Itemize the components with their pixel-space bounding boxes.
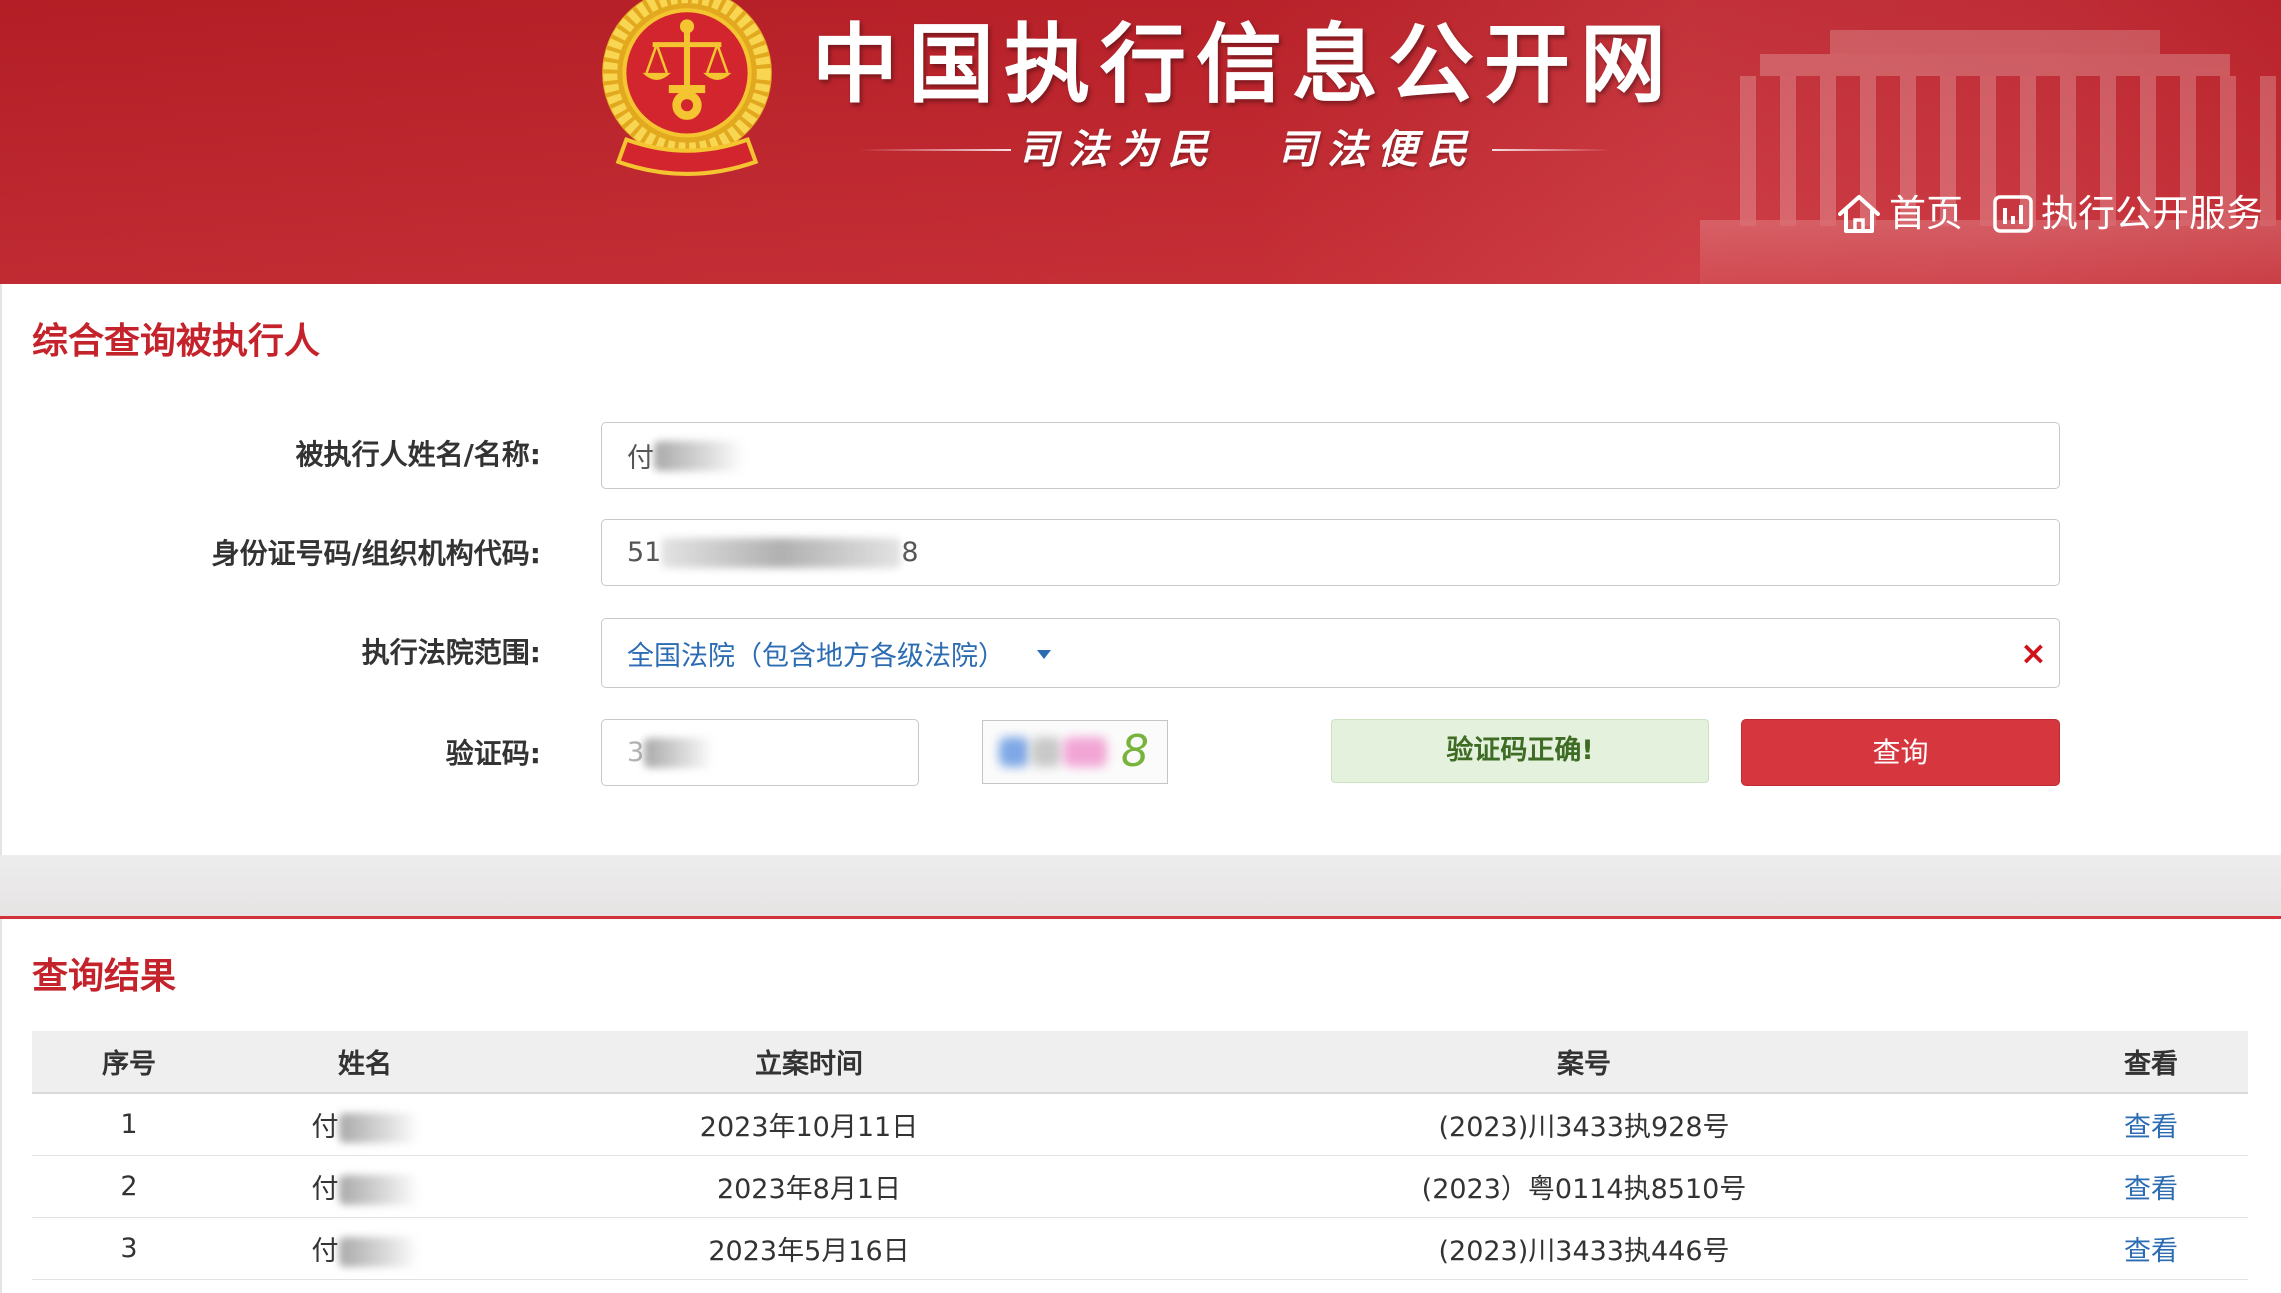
cell-name-text: 付 xyxy=(311,1173,339,1205)
column-header-index: 序号 xyxy=(32,1031,226,1094)
captcha-image[interactable]: 8 xyxy=(982,720,1168,784)
name-input-value: 付 xyxy=(627,443,654,474)
table-row: 1 付 2023年10月11日 (2023)川3433执928号 查看 xyxy=(32,1093,2248,1156)
search-section-title: 综合查询被执行人 xyxy=(32,321,321,362)
captcha-blur-blob xyxy=(999,737,1029,767)
home-icon xyxy=(1838,195,1880,233)
results-table: 序号 姓名 立案时间 案号 查看 1 付 2023年10月11日 (2023)川… xyxy=(32,1031,2248,1280)
slogan-line-left xyxy=(858,149,1011,151)
id-input-value-prefix: 51 xyxy=(627,537,662,568)
id-number-input[interactable]: 51 8 xyxy=(601,519,2060,586)
query-button[interactable]: 查询 xyxy=(1741,719,2060,786)
cell-case-number: (2023）粤0114执8510号 xyxy=(1114,1155,2054,1218)
column-header-name: 姓名 xyxy=(226,1031,504,1094)
cell-view: 查看 xyxy=(2054,1155,2248,1218)
cell-index: 1 xyxy=(32,1093,226,1156)
view-link[interactable]: 查看 xyxy=(2124,1112,2178,1143)
cell-name-text: 付 xyxy=(311,1111,339,1143)
court-emblem-logo xyxy=(602,0,772,176)
court-scope-label: 执行法院范围: xyxy=(361,636,541,669)
section-divider-band xyxy=(0,855,2281,916)
chart-icon xyxy=(1993,195,2033,233)
captcha-blur-blob xyxy=(1063,737,1107,767)
column-header-view: 查看 xyxy=(2054,1031,2248,1094)
table-header-row: 序号 姓名 立案时间 案号 查看 xyxy=(32,1031,2248,1094)
site-title: 中国执行信息公开网 xyxy=(812,15,1676,115)
redacted-blur xyxy=(338,1113,419,1144)
cell-index: 2 xyxy=(32,1155,226,1218)
site-slogan: 司法为民 司法便民 xyxy=(858,125,1611,175)
captcha-input-value: 3 xyxy=(627,737,645,768)
slogan-right: 司法便民 xyxy=(1277,127,1477,173)
caret-down-icon xyxy=(1037,650,1051,659)
cell-name-text: 付 xyxy=(311,1235,339,1267)
nav-execution-public-service-label: 执行公开服务 xyxy=(2041,192,2263,235)
slogan-line-right xyxy=(1492,149,1611,151)
cell-filing-date: 2023年10月11日 xyxy=(504,1093,1114,1156)
court-scope-value: 全国法院（包含地方各级法院） xyxy=(627,640,1005,672)
cell-filing-date: 2023年5月16日 xyxy=(504,1217,1114,1280)
redacted-blur xyxy=(338,1237,419,1267)
captcha-blur-blob xyxy=(1031,737,1061,767)
table-row: 3 付 2023年5月16日 (2023)川3433执446号 查看 xyxy=(32,1217,2248,1280)
cell-index: 3 xyxy=(32,1217,226,1280)
redacted-blur xyxy=(338,1175,419,1205)
slogan-left: 司法为民 xyxy=(1018,127,1218,173)
cell-case-number: (2023)川3433执928号 xyxy=(1114,1093,2054,1156)
nav-home-label: 首页 xyxy=(1889,192,1963,235)
close-icon[interactable]: × xyxy=(2020,633,2047,673)
court-scope-select[interactable]: 全国法院（包含地方各级法院） × xyxy=(601,618,2060,688)
nav-home[interactable]: 首页 xyxy=(1837,190,1963,238)
nav-execution-public-service[interactable]: 执行公开服务 xyxy=(1993,190,2263,238)
id-input-value-suffix: 8 xyxy=(901,537,919,568)
redacted-blur xyxy=(644,737,715,768)
cell-name: 付 xyxy=(226,1217,504,1280)
name-label: 被执行人姓名/名称: xyxy=(295,438,541,471)
column-header-case-number: 案号 xyxy=(1114,1031,2054,1094)
view-link[interactable]: 查看 xyxy=(2124,1174,2178,1205)
captcha-char: 8 xyxy=(1121,726,1149,777)
captcha-label: 验证码: xyxy=(445,737,541,770)
cell-filing-date: 2023年8月1日 xyxy=(504,1155,1114,1218)
cell-name: 付 xyxy=(226,1093,504,1156)
column-header-filing-date: 立案时间 xyxy=(504,1031,1114,1094)
cell-view: 查看 xyxy=(2054,1093,2248,1156)
redacted-blur xyxy=(661,537,902,568)
site-header: 中国执行信息公开网 司法为民 司法便民 首页 执行公开服务 xyxy=(0,0,2281,284)
view-link[interactable]: 查看 xyxy=(2124,1236,2178,1267)
id-label: 身份证号码/组织机构代码: xyxy=(211,537,541,570)
redacted-blur xyxy=(654,440,744,471)
cell-case-number: (2023)川3433执446号 xyxy=(1114,1217,2054,1280)
name-input[interactable]: 付 xyxy=(601,422,2060,489)
cell-name: 付 xyxy=(226,1155,504,1218)
table-row: 2 付 2023年8月1日 (2023）粤0114执8510号 查看 xyxy=(32,1155,2248,1218)
cell-view: 查看 xyxy=(2054,1217,2248,1280)
captcha-input[interactable]: 3 xyxy=(601,719,919,786)
captcha-status-badge: 验证码正确! xyxy=(1331,719,1709,783)
results-section-title: 查询结果 xyxy=(32,956,177,997)
